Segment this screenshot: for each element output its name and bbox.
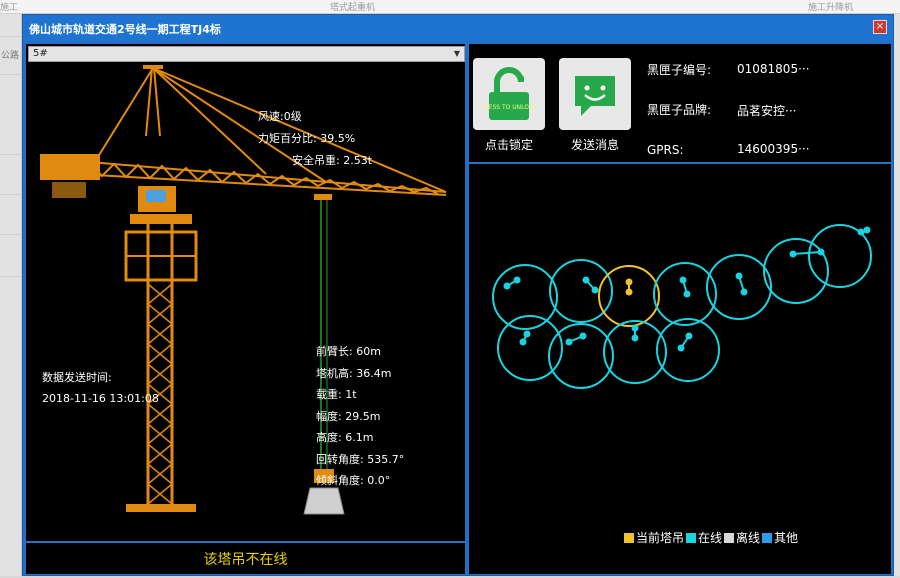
crane-point (625, 288, 633, 296)
crane-point (740, 288, 748, 296)
crane-point (683, 290, 691, 298)
crane-point (523, 330, 531, 338)
bg-tab-center[interactable]: 塔式起重机 (330, 0, 375, 13)
background-sidebar: 公路 (0, 14, 22, 576)
chevron-down-icon: ▼ (453, 49, 460, 58)
boom-length: 前臂长: 60m (316, 345, 381, 358)
lock-button[interactable]: PRESS TO UNLOCK (473, 58, 545, 130)
tower-height: 塔机高: 36.4m (316, 366, 392, 380)
background-tabbar: 施工 塔式起重机 施工升降机 (0, 0, 900, 14)
crane-overlap-map: 当前塔吊 在线 离线 其他 (468, 163, 892, 575)
legend-current: 当前塔吊 (624, 529, 684, 546)
dialog-titlebar[interactable]: 佛山城市轨道交通2号线一期工程TJ4标 × (23, 15, 893, 41)
gprs-value: 14600395··· (737, 142, 810, 156)
send-time-value: 2018-11-16 13:01:08 (42, 392, 159, 405)
crane-point (519, 338, 527, 346)
rotation-angle: 回转角度: 535.7° (316, 452, 405, 466)
current-crane-marker[interactable] (598, 265, 660, 327)
status-bar: 该塔吊不在线 (26, 541, 465, 574)
crane-select-value: 5# (33, 48, 48, 59)
coverage-circle (706, 254, 772, 320)
map-legend: 当前塔吊 在线 离线 其他 (624, 529, 800, 546)
crane-marker[interactable] (808, 224, 872, 288)
blackbox-brand-value: 品茗安控··· (737, 104, 797, 118)
crane-point (863, 226, 871, 234)
crane-marker[interactable] (549, 259, 613, 323)
coverage-circle (598, 265, 660, 327)
blackbox-brand-row: 黑匣子品牌: 品茗安控··· (647, 102, 887, 138)
legend-offline: 离线 (724, 529, 760, 546)
blackbox-id-row: 黑匣子编号: 01081805··· (647, 62, 887, 98)
gprs-row: GPRS: 14600395··· (647, 142, 887, 160)
crane-point (503, 282, 511, 290)
jib-line (792, 251, 822, 255)
blackbox-brand-key: 黑匣子品牌: (647, 103, 712, 117)
crane-visual-panel: 5# ▼ 风速:0级 力矩百分比: 39.5% 安全吊重: 2.53t 前臂长:… (25, 43, 466, 575)
load-weight: 载重: 1t (316, 388, 357, 401)
coverage-circle (492, 264, 558, 330)
legend-other: 其他 (762, 529, 798, 546)
legend-online: 在线 (686, 529, 722, 546)
wind-speed: 风速:0级 (258, 110, 302, 123)
padlock-icon: PRESS TO UNLOCK (481, 67, 538, 120)
crane-point (631, 334, 639, 342)
bg-tab-right[interactable]: 施工升降机 (808, 0, 853, 13)
bg-tab-left[interactable]: 施工 (0, 0, 18, 13)
crane-point (513, 276, 521, 284)
crane-point (735, 272, 743, 280)
send-message-label: 发送消息 (570, 138, 619, 152)
crane-point (582, 276, 590, 284)
blackbox-id-value: 01081805··· (737, 62, 810, 76)
crane-point (565, 338, 573, 346)
legend-offline-label: 离线 (736, 531, 761, 545)
offline-status: 该塔吊不在线 (203, 552, 288, 568)
crane-point (679, 276, 687, 284)
counter-jib (40, 154, 100, 180)
chat-bubble-icon (575, 76, 615, 116)
counterweight (52, 182, 86, 198)
tilt-angle: 倾斜角度: 0.0° (316, 474, 391, 487)
dialog-title: 佛山城市轨道交通2号线一期工程TJ4标 (29, 23, 221, 36)
coverage-circle (549, 259, 613, 323)
bg-side-item[interactable]: 公路 (1, 48, 19, 61)
amplitude: 幅度: 29.5m (316, 409, 381, 423)
legend-online-label: 在线 (698, 531, 723, 545)
close-button[interactable]: × (873, 20, 887, 34)
crane-marker[interactable] (763, 238, 829, 304)
crane-point (591, 286, 599, 294)
crane-point (625, 278, 633, 286)
crane-point (631, 324, 639, 332)
crane-jib (41, 157, 447, 196)
svg-text:PRESS TO UNLOCK: PRESS TO UNLOCK (481, 104, 538, 111)
crane-coverage-map (492, 224, 872, 389)
crane-point (789, 250, 797, 258)
crane-base (126, 504, 196, 512)
send-time-label: 数据发送时间: (42, 371, 112, 384)
torque-percent: 力矩百分比: 39.5% (258, 132, 356, 145)
legend-current-label: 当前塔吊 (636, 531, 685, 545)
blackbox-id-key: 黑匣子编号: (647, 63, 712, 77)
crane-point (817, 248, 825, 256)
lock-label: 点击锁定 (484, 138, 533, 152)
crane-select[interactable]: 5# ▼ (28, 46, 465, 62)
crane-detail-dialog: 佛山城市轨道交通2号线一期工程TJ4标 × 5# ▼ 风速:0级 力矩百分比: … (22, 14, 894, 576)
crane-point (685, 332, 693, 340)
gprs-key: GPRS: (647, 143, 684, 157)
legend-other-label: 其他 (774, 531, 799, 545)
hook-height: 高度: 6.1m (316, 431, 374, 444)
safe-load: 安全吊重: 2.53t (292, 154, 373, 167)
send-message-button[interactable] (559, 58, 631, 130)
crane-parameters: 前臂长: 60m 塔机高: 36.4m 载重: 1t 幅度: 29.5m 高度:… (316, 343, 404, 494)
crane-point (857, 228, 865, 236)
crane-marker[interactable] (653, 262, 717, 326)
crane-marker[interactable] (492, 264, 558, 330)
blackbox-panel: PRESS TO UNLOCK 点击锁定 发送消息 黑匣子编号: 0108180… (468, 43, 892, 163)
coverage-circle (763, 238, 829, 304)
crane-point (677, 344, 685, 352)
trolley (314, 194, 332, 200)
crane-marker[interactable] (706, 254, 772, 320)
crane-point (579, 332, 587, 340)
